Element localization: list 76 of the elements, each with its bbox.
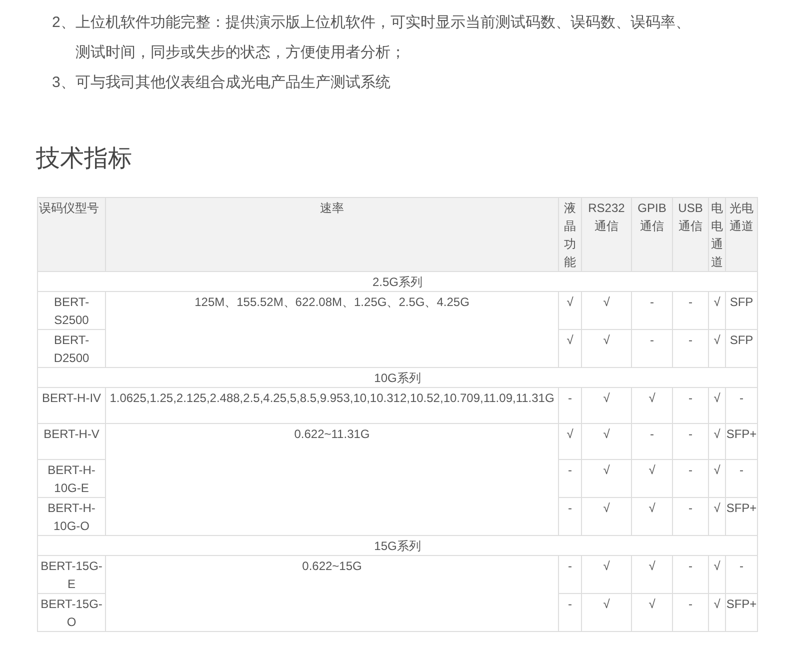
model-cell: BERT-H-10G-E — [38, 460, 106, 498]
model-cell: BERT-S2500 — [38, 292, 106, 330]
column-header: 误码仪型号 — [38, 198, 106, 272]
feature-cell: - — [558, 460, 582, 498]
feature-cell: √ — [632, 460, 672, 498]
list-item-text: 可与我司其他仪表组合成光电产品生产测试系统 — [75, 73, 390, 93]
feature-cell: - — [672, 330, 708, 368]
feature-cell: - — [558, 388, 582, 424]
feature-cell: √ — [558, 292, 582, 330]
group-header-cell: 15G系列 — [38, 536, 758, 556]
column-header: USB通信 — [672, 198, 708, 272]
model-cell: BERT-H-V — [38, 424, 106, 460]
feature-cell: - — [726, 460, 758, 498]
feature-cell: √ — [708, 498, 726, 536]
feature-cell: √ — [708, 460, 726, 498]
column-header: 光电通道 — [726, 198, 758, 272]
feature-cell: √ — [582, 460, 632, 498]
feature-cell: √ — [582, 424, 632, 460]
model-cell: BERT-15G-O — [38, 594, 106, 632]
model-cell: BERT-15G-E — [38, 556, 106, 594]
model-cell: BERT-H-IV — [38, 388, 106, 424]
feature-cell: √ — [708, 388, 726, 424]
feature-cell: SFP — [726, 330, 758, 368]
feature-cell: - — [558, 594, 582, 632]
feature-cell: √ — [558, 424, 582, 460]
list-marker: 2、 — [52, 13, 76, 33]
speed-cell: 125M、155.52M、622.08M、1.25G、2.5G、4.25G — [106, 292, 558, 368]
feature-cell: - — [632, 292, 672, 330]
feature-cell: SFP+ — [726, 424, 758, 460]
feature-cell: √ — [708, 424, 726, 460]
column-header: GPIB通信 — [632, 198, 672, 272]
model-cell: BERT-H-10G-O — [38, 498, 106, 536]
list-marker: 3、 — [52, 73, 76, 93]
group-header-cell: 2.5G系列 — [38, 272, 758, 292]
section-title: 技术指标 — [36, 144, 133, 174]
list-item-text: 上位机软件功能完整：提供演示版上位机软件，可实时显示当前测试码数、误码数、误码率、测试时间，同步或失步的状态，方便使用者分析； — [75, 13, 692, 63]
feature-cell: - — [558, 556, 582, 594]
feature-cell: - — [632, 330, 672, 368]
column-header: RS232通信 — [582, 198, 632, 272]
feature-cell: √ — [582, 556, 632, 594]
feature-cell: - — [672, 594, 708, 632]
feature-cell: √ — [632, 594, 672, 632]
feature-cell: SFP — [726, 292, 758, 330]
column-header: 速率 — [106, 198, 558, 272]
feature-cell: √ — [708, 330, 726, 368]
feature-cell: √ — [708, 292, 726, 330]
feature-cell: - — [672, 388, 708, 424]
feature-cell: √ — [632, 498, 672, 536]
feature-cell: √ — [582, 292, 632, 330]
speed-cell: 1.0625,1.25,2.125,2.488,2.5,4.25,5,8.5,9.953,10,10.312,10.52,10.709,11.09,11.31G — [106, 388, 558, 424]
feature-cell: √ — [708, 556, 726, 594]
group-header-cell: 10G系列 — [38, 368, 758, 388]
feature-cell: √ — [582, 498, 632, 536]
model-cell: BERT-D2500 — [38, 330, 106, 368]
feature-cell: - — [558, 498, 582, 536]
speed-cell: 0.622~11.31G — [106, 424, 558, 536]
feature-cell: - — [672, 424, 708, 460]
feature-cell: - — [632, 424, 672, 460]
column-header: 液晶功能 — [558, 198, 582, 272]
feature-cell: - — [672, 292, 708, 330]
feature-cell: √ — [582, 330, 632, 368]
feature-cell: √ — [632, 388, 672, 424]
feature-cell: SFP+ — [726, 498, 758, 536]
feature-cell: SFP+ — [726, 594, 758, 632]
feature-cell: - — [672, 498, 708, 536]
feature-cell: √ — [708, 594, 726, 632]
speed-cell: 0.622~15G — [106, 556, 558, 632]
column-header: 电电通道 — [708, 198, 726, 272]
feature-cell: - — [726, 388, 758, 424]
feature-cell: √ — [632, 556, 672, 594]
feature-cell: - — [726, 556, 758, 594]
feature-cell: - — [672, 556, 708, 594]
feature-cell: √ — [582, 594, 632, 632]
feature-cell: √ — [558, 330, 582, 368]
feature-cell: - — [672, 460, 708, 498]
feature-cell: √ — [582, 388, 632, 424]
